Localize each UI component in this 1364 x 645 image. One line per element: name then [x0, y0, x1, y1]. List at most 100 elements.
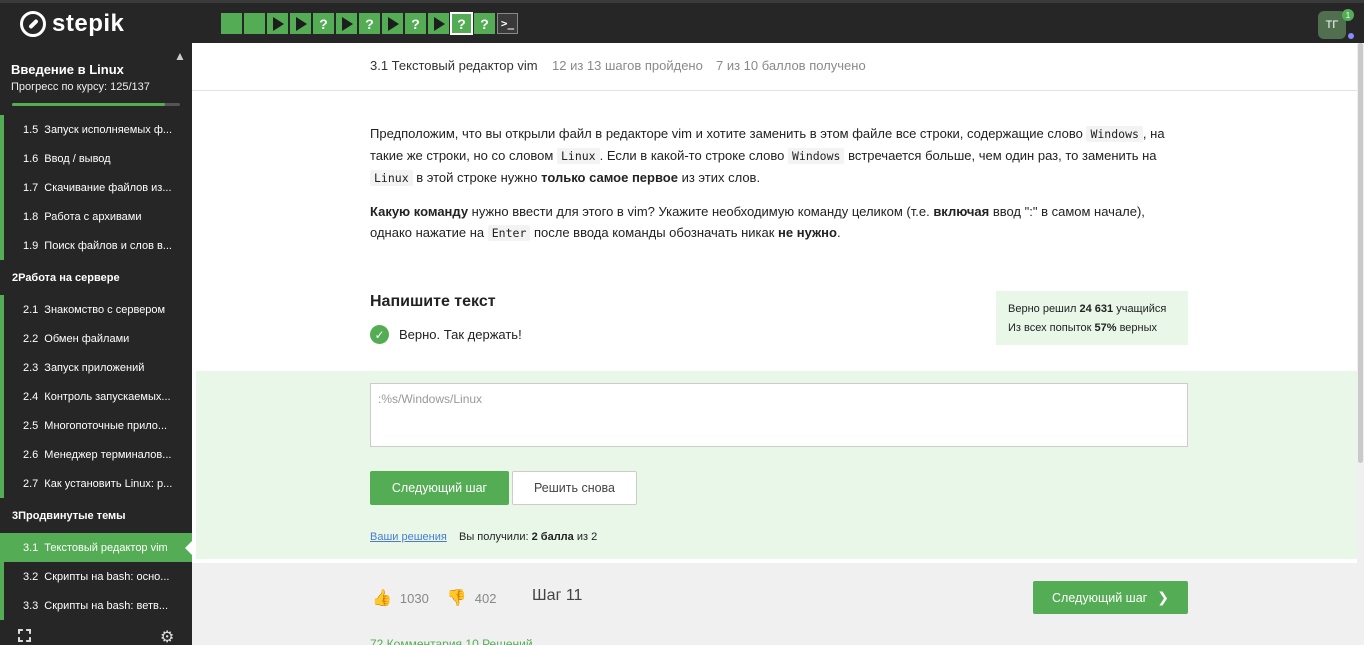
- step-terminal-icon[interactable]: >_: [497, 13, 518, 34]
- sidebar-item-label: Ввод / вывод: [44, 152, 111, 165]
- reactions: 👍 1030 👎 402: [372, 588, 496, 608]
- sidebar-item-label: Скачивание файлов из...: [44, 181, 172, 194]
- brand-name: stepik: [52, 10, 125, 37]
- sidebar-item-number: 2.1: [23, 303, 39, 316]
- code-windows: Windows: [1086, 126, 1143, 142]
- course-title[interactable]: Введение в Linux: [11, 62, 124, 77]
- gear-icon[interactable]: ⚙: [160, 627, 174, 645]
- next-step-bottom-label: Следующий шаг: [1052, 590, 1148, 605]
- step-video-icon[interactable]: [382, 13, 403, 34]
- step-video-icon[interactable]: [290, 13, 311, 34]
- step-video-icon[interactable]: [428, 13, 449, 34]
- lesson-header: 3.1 Текстовый редактор vim 12 из 13 шаго…: [192, 43, 1364, 91]
- step-quiz-icon[interactable]: ?: [474, 13, 495, 34]
- lesson-list: 1.5 Запуск исполняемых ф... 1.6 Ввод / выво…: [0, 115, 192, 620]
- sidebar-item-number: 1.7: [23, 181, 39, 194]
- step-current-quiz-icon[interactable]: ?: [450, 12, 473, 35]
- sidebar-item-label: Работа с архивами: [44, 210, 142, 223]
- sidebar-section[interactable]: 2 Работа на сервере: [0, 260, 192, 295]
- sidebar-item-active[interactable]: 3.1 Текстовый редактор vim: [0, 533, 192, 562]
- sidebar-item-number: 1.6: [23, 152, 39, 165]
- step-video-icon[interactable]: [267, 13, 288, 34]
- next-step-bottom-button[interactable]: Следующий шаг ❯: [1033, 581, 1188, 614]
- sidebar-item[interactable]: 2.2 Обмен файлами: [0, 324, 192, 353]
- sidebar-item[interactable]: 2.4 Контроль запускаемых...: [0, 382, 192, 411]
- sidebar-item-label: Знакомство с сервером: [44, 303, 166, 316]
- sidebar-item-number: 1.5: [23, 123, 39, 136]
- scrollbar-thumb[interactable]: [1358, 43, 1363, 463]
- lesson-title: 3.1 Текстовый редактор vim: [370, 58, 538, 73]
- sidebar-item[interactable]: 1.6 Ввод / вывод: [0, 144, 192, 173]
- problem-statement: Предположим, что вы открыли файл в редак…: [370, 123, 1190, 256]
- sidebar-item-number: 2.5: [23, 419, 39, 432]
- sidebar-item-label: Поиск файлов и слов в...: [44, 239, 172, 252]
- sidebar-item-number: 2.3: [23, 361, 39, 374]
- course-progress-bar: [12, 103, 180, 106]
- discussion-tabs[interactable]: 72 Комментария 10 Решений: [370, 637, 533, 645]
- sidebar-item-number: 2.7: [23, 477, 39, 490]
- sidebar-item[interactable]: 1.7 Скачивание файлов из...: [0, 173, 192, 202]
- step-quiz-icon[interactable]: ?: [313, 13, 334, 34]
- sidebar-section[interactable]: 3 Продвинутые темы: [0, 498, 192, 533]
- sidebar-item[interactable]: 2.1 Знакомство с сервером: [0, 295, 192, 324]
- code-linux: Linux: [370, 170, 413, 186]
- step-footer: 👍 1030 👎 402 Шаг 11 Следующий шаг ❯ 72 К…: [192, 563, 1364, 645]
- answer-title: Напишите текст: [370, 293, 496, 310]
- sidebar-item[interactable]: 2.7 Как установить Linux: р...: [0, 469, 192, 498]
- dislikes-count: 402: [474, 590, 497, 606]
- sidebar-item[interactable]: 1.9 Поиск файлов и слов в...: [0, 231, 192, 260]
- step-quiz-icon[interactable]: ?: [359, 13, 380, 34]
- next-step-button[interactable]: Следующий шаг: [370, 471, 509, 505]
- course-progress-label: Прогресс по курсу: 125/137: [11, 81, 150, 93]
- pin-icon[interactable]: ▲: [174, 49, 186, 63]
- sidebar-item-number: 2.6: [23, 448, 39, 461]
- sidebar-item[interactable]: 1.5 Запуск исполняемых ф...: [0, 115, 192, 144]
- stats-solved: Верно решил 24 631 учащийся: [1008, 303, 1167, 315]
- retry-button[interactable]: Решить снова: [512, 471, 637, 505]
- answer-input[interactable]: :%s/Windows/Linux: [370, 383, 1188, 447]
- sidebar-item-label: Текстовый редактор vim: [44, 541, 168, 554]
- sidebar-item-label: Запуск исполняемых ф...: [44, 123, 173, 136]
- sidebar-item-label: Продвинутые темы: [18, 509, 126, 522]
- sidebar-item-label: Скрипты на bash: осно...: [44, 570, 170, 583]
- sidebar-item[interactable]: 2.3 Запуск приложений: [0, 353, 192, 382]
- sidebar-item-number: 3.1: [23, 541, 39, 554]
- sidebar-item-number: 3.3: [23, 599, 39, 612]
- solve-stats: Верно решил 24 631 учащийся Из всех попы…: [996, 291, 1188, 345]
- sidebar-item-label: Скрипты на bash: ветв...: [44, 599, 169, 612]
- stepik-logo[interactable]: stepik: [20, 10, 124, 38]
- step-done-icon[interactable]: [244, 13, 265, 34]
- answer-area: :%s/Windows/Linux Следующий шаг Решить с…: [196, 371, 1364, 559]
- top-navbar: stepik ????? >_ ТГ 1: [0, 0, 1364, 43]
- lesson-score: 7 из 10 баллов получено: [716, 58, 866, 73]
- sidebar-item[interactable]: 1.8 Работа с архивами: [0, 202, 192, 231]
- sidebar-item-number: 3.2: [23, 570, 39, 583]
- notification-badge: 1: [1342, 9, 1354, 21]
- thumbs-down-icon[interactable]: 👎: [447, 588, 467, 608]
- sidebar-item[interactable]: 3.2 Скрипты на bash: осно...: [0, 562, 192, 591]
- lesson-progress: 12 из 13 шагов пройдено: [552, 58, 703, 73]
- code-windows: Windows: [787, 148, 845, 164]
- code-linux: Linux: [556, 148, 600, 164]
- sidebar-item[interactable]: 2.6 Менеджер терминалов...: [0, 440, 192, 469]
- step-quiz-icon[interactable]: ?: [405, 13, 426, 34]
- sidebar-item[interactable]: 3.3 Скрипты на bash: ветв...: [0, 591, 192, 620]
- check-icon: ✓: [370, 325, 389, 344]
- likes-count: 1030: [399, 590, 429, 606]
- sidebar-item-label: Работа на сервере: [18, 271, 120, 284]
- thumbs-up-icon[interactable]: 👍: [372, 588, 392, 608]
- fullscreen-icon[interactable]: [18, 629, 31, 642]
- your-solutions-link[interactable]: Ваши решения: [370, 531, 447, 543]
- sidebar-item-label: Как установить Linux: р...: [44, 477, 173, 490]
- course-sidebar: ▲ Введение в Linux Прогресс по курсу: 12…: [0, 43, 192, 645]
- step-done-icon[interactable]: [221, 13, 242, 34]
- course-progress-fill: [12, 103, 166, 106]
- step-video-icon[interactable]: [336, 13, 357, 34]
- feedback-row: ✓ Верно. Так держать!: [370, 325, 522, 344]
- points-earned: Вы получили: 2 балла из 2: [459, 531, 598, 543]
- chevron-right-icon: ❯: [1157, 589, 1169, 605]
- sidebar-item[interactable]: 2.5 Многопоточные прило...: [0, 411, 192, 440]
- sidebar-item-label: Контроль запускаемых...: [44, 390, 171, 403]
- feedback-text: Верно. Так держать!: [399, 327, 522, 342]
- sidebar-item-label: Менеджер терминалов...: [44, 448, 172, 461]
